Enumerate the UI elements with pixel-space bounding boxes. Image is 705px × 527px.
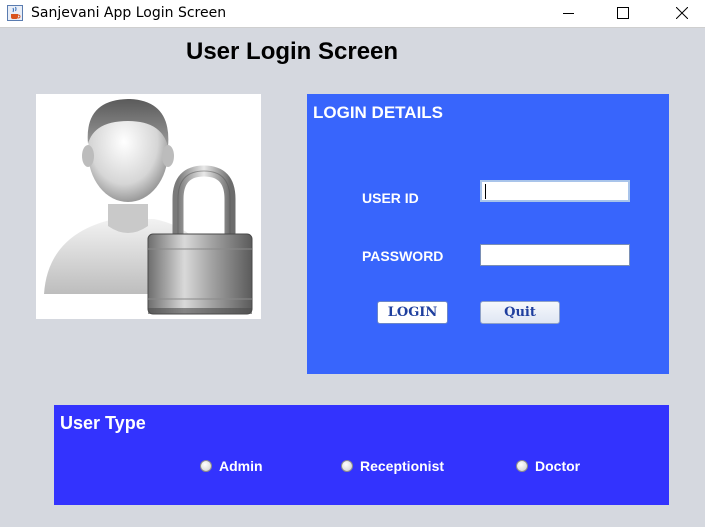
radio-button-icon[interactable] — [341, 460, 353, 472]
radio-receptionist[interactable]: Receptionist — [341, 457, 444, 475]
radio-doctor[interactable]: Doctor — [516, 457, 580, 475]
user-lock-icon — [44, 99, 253, 315]
user-id-input[interactable] — [480, 180, 630, 202]
window-title: Sanjevani App Login Screen — [31, 5, 227, 21]
text-caret — [485, 184, 486, 199]
user-id-label: USER ID — [362, 190, 419, 206]
radio-doctor-label[interactable]: Doctor — [535, 458, 580, 474]
radio-button-icon[interactable] — [200, 460, 212, 472]
login-details-title: LOGIN DETAILS — [313, 103, 444, 122]
radio-admin-label[interactable]: Admin — [219, 458, 263, 474]
maximize-button[interactable] — [600, 0, 646, 27]
radio-admin[interactable]: Admin — [200, 457, 263, 475]
user-lock-image — [36, 94, 261, 319]
login-button[interactable]: LOGIN — [377, 301, 448, 324]
minimize-icon — [563, 13, 574, 14]
password-label: PASSWORD — [362, 248, 444, 264]
title-bar: Sanjevani App Login Screen — [0, 0, 705, 28]
maximize-icon — [617, 7, 629, 19]
java-cup-icon — [7, 5, 23, 21]
password-input[interactable] — [480, 244, 630, 266]
user-type-panel: User Type Admin Receptionist Doctor — [54, 405, 669, 505]
login-details-panel: LOGIN DETAILS USER ID PASSWORD LOGIN Qui… — [307, 94, 669, 374]
page-title: User Login Screen — [186, 38, 399, 65]
minimize-button[interactable] — [546, 0, 592, 27]
close-button[interactable] — [659, 0, 705, 27]
quit-button[interactable]: Quit — [480, 301, 560, 324]
user-type-title: User Type — [60, 413, 146, 433]
close-icon — [676, 7, 688, 19]
radio-receptionist-label[interactable]: Receptionist — [360, 458, 444, 474]
radio-button-icon[interactable] — [516, 460, 528, 472]
